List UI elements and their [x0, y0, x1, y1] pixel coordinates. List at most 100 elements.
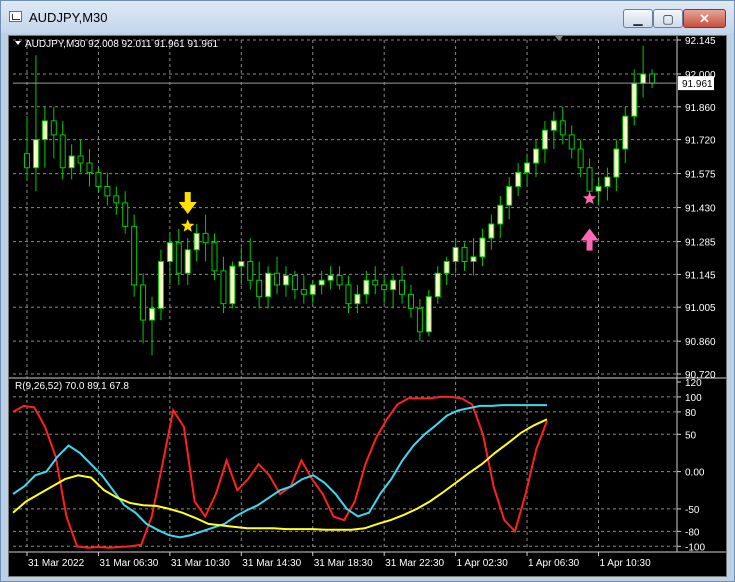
- candle-body: [640, 73, 647, 84]
- time-tick-label: 31 Mar 14:30: [242, 558, 301, 569]
- candle-body: [613, 148, 620, 178]
- window-titlebar[interactable]: AUDJPY,M30 ▁ ▢ ✕: [1, 1, 734, 33]
- indicator-tick-label: 80: [685, 408, 697, 419]
- candle-body: [381, 284, 388, 291]
- indicator-tick-label: 0.00: [685, 468, 705, 479]
- candle-body: [515, 171, 522, 187]
- time-tick-label: 31 Mar 2022: [28, 558, 85, 569]
- price-tick-label: 91.720: [685, 136, 716, 147]
- candle-body: [104, 185, 111, 197]
- candle-body: [175, 242, 182, 274]
- current-price-label: 91.961: [682, 79, 713, 90]
- candle-body: [86, 162, 93, 173]
- candle-body: [229, 265, 236, 305]
- close-button[interactable]: ✕: [683, 9, 726, 28]
- candle-body: [586, 167, 593, 192]
- candle: [229, 261, 236, 309]
- candle-body: [211, 242, 218, 272]
- candle-body: [488, 223, 495, 239]
- candle-body: [434, 272, 441, 298]
- candle-body: [399, 279, 406, 295]
- candle: [131, 214, 138, 297]
- candle-body: [390, 279, 397, 291]
- price-header: AUDJPY,M30 92.008 92.011 91.961 91.961: [25, 39, 219, 50]
- indicator-tick-label: 100: [685, 393, 702, 404]
- candle-body: [95, 171, 102, 187]
- candle-body: [265, 272, 272, 298]
- candle-body: [470, 256, 477, 262]
- candle-body: [595, 185, 602, 192]
- candle-body: [479, 237, 486, 258]
- candle-body: [77, 155, 84, 164]
- candle-body: [541, 129, 548, 150]
- candle-body: [497, 204, 504, 225]
- candle-body: [318, 279, 325, 286]
- candle-body: [256, 279, 263, 298]
- candle-body: [193, 232, 200, 251]
- candle-body: [157, 260, 164, 309]
- candle-body: [354, 293, 361, 305]
- candle-body: [631, 82, 638, 117]
- chart-area[interactable]: 92.145 92.000 91.860 91.720 91.575 91.430 91.2…: [8, 35, 727, 577]
- price-tick-label: 91.005: [685, 303, 716, 314]
- chart-window: AUDJPY,M30 ▁ ▢ ✕ 92.145 92.000 91.860 91.72…: [0, 0, 735, 582]
- minimize-button[interactable]: ▁: [623, 9, 653, 28]
- candle-body: [622, 115, 629, 150]
- candle-body: [149, 307, 156, 321]
- indicator-tick-label: -80: [685, 527, 700, 538]
- price-tick-label: 91.430: [685, 204, 716, 215]
- candle-body: [416, 307, 423, 333]
- candle-body: [345, 284, 352, 305]
- candle-body: [452, 246, 459, 262]
- candle-body: [443, 260, 450, 274]
- time-tick-label: 31 Mar 10:30: [171, 558, 230, 569]
- candle-body: [372, 279, 379, 286]
- price-tick-label: 91.145: [685, 270, 716, 281]
- candle-body: [238, 260, 245, 267]
- candle-body: [220, 270, 227, 305]
- candle-body: [32, 139, 39, 169]
- candle-body: [524, 162, 531, 173]
- price-tick-label: 91.285: [685, 238, 716, 249]
- indicator-tick-label: -100: [685, 542, 705, 553]
- candle-body: [604, 176, 611, 187]
- time-tick-label: 31 Mar 06:30: [99, 558, 158, 569]
- candle-body: [24, 153, 30, 169]
- candle-body: [59, 134, 66, 169]
- candle-body: [140, 284, 147, 321]
- candle: [425, 289, 432, 337]
- candle-body: [274, 272, 281, 286]
- indicator-tick-label: 50: [685, 430, 697, 441]
- indicator-tick-label: -50: [685, 505, 700, 516]
- price-tick-label: 92.145: [685, 36, 716, 47]
- price-tick-label: 91.575: [685, 170, 716, 181]
- candle-body: [336, 275, 343, 286]
- indicator-tick-label: 120: [685, 378, 702, 389]
- indicator-header: R(9,26,52) 70.0 89.1 67.8: [15, 381, 129, 392]
- candle-body: [425, 296, 432, 333]
- time-tick-label: 31 Mar 22:30: [385, 558, 444, 569]
- maximize-button[interactable]: ▢: [653, 9, 683, 28]
- candle-body: [41, 120, 48, 141]
- candle-body: [300, 289, 307, 295]
- candle-body: [649, 73, 656, 84]
- candle-body: [202, 232, 209, 244]
- candle-body: [506, 185, 513, 206]
- candle-body: [568, 134, 575, 150]
- candle-body: [309, 284, 316, 295]
- candle-body: [532, 148, 539, 164]
- candle-body: [577, 148, 584, 169]
- candle-body: [282, 275, 289, 286]
- minimize-icon: ▁: [633, 11, 643, 26]
- candle-body: [461, 246, 468, 262]
- chart-canvas[interactable]: 92.14592.00091.86091.72091.57591.43091.2…: [9, 36, 726, 576]
- candle-body: [122, 202, 129, 227]
- window-title: AUDJPY,M30: [29, 10, 108, 25]
- candle-body: [550, 120, 557, 131]
- close-icon: ✕: [699, 11, 710, 26]
- time-tick-label: 1 Apr 02:30: [457, 558, 509, 569]
- candle-body: [50, 120, 57, 136]
- candle-body: [131, 225, 138, 286]
- candle-body: [363, 279, 370, 295]
- time-tick-label: 1 Apr 10:30: [599, 558, 651, 569]
